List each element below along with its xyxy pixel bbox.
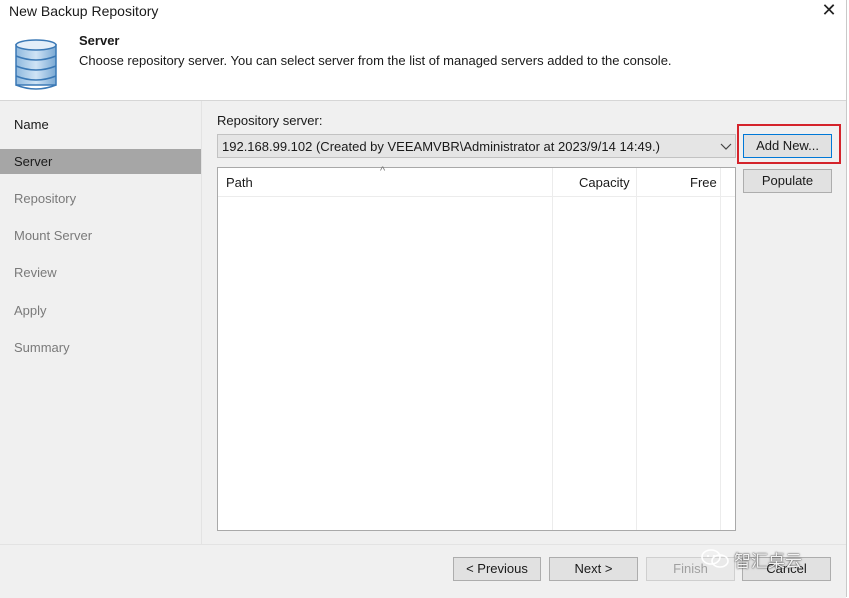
- step-apply: Apply: [14, 303, 47, 318]
- step-summary: Summary: [14, 340, 70, 355]
- page-title: Server: [79, 33, 120, 48]
- step-review: Review: [14, 265, 57, 280]
- title-bar: New Backup Repository ✕: [0, 0, 846, 24]
- add-new-button[interactable]: Add New...: [743, 134, 832, 158]
- column-capacity[interactable]: Capacity: [579, 175, 630, 190]
- step-name[interactable]: Name: [0, 112, 201, 137]
- step-server[interactable]: Server: [0, 149, 201, 174]
- page-description: Choose repository server. You can select…: [79, 53, 672, 68]
- chevron-down-icon[interactable]: [720, 138, 732, 154]
- close-icon[interactable]: ✕: [816, 0, 842, 22]
- column-free[interactable]: Free: [690, 175, 717, 190]
- step-mount-server: Mount Server: [14, 228, 93, 243]
- column-divider: [720, 168, 721, 530]
- previous-button[interactable]: < Previous: [453, 557, 541, 581]
- column-divider: [552, 168, 553, 530]
- database-icon: [15, 39, 57, 90]
- repository-server-dropdown[interactable]: 192.168.99.102 (Created by VEEAMVBR\Admi…: [217, 134, 736, 158]
- column-divider: [636, 168, 637, 530]
- dialog-window: New Backup Repository ✕ Server Choose re…: [0, 0, 847, 598]
- column-path[interactable]: Path: [226, 175, 253, 190]
- wizard-header: Server Choose repository server. You can…: [0, 24, 846, 100]
- table-header: ^ Path Capacity Free: [218, 165, 735, 197]
- step-repository: Repository: [14, 191, 77, 206]
- watermark-text: 智汇桌云: [734, 551, 802, 571]
- sort-ascending-icon: ^: [380, 165, 386, 177]
- selected-server-value: 192.168.99.102 (Created by VEEAMVBR\Admi…: [222, 139, 660, 154]
- wechat-icon: [701, 549, 729, 568]
- populate-button[interactable]: Populate: [743, 169, 832, 193]
- next-button[interactable]: Next >: [549, 557, 638, 581]
- window-title: New Backup Repository: [9, 3, 159, 19]
- watermark: 智汇桌云: [700, 546, 802, 572]
- volumes-table[interactable]: ^ Path Capacity Free: [217, 165, 736, 531]
- repository-server-label: Repository server:: [217, 113, 323, 128]
